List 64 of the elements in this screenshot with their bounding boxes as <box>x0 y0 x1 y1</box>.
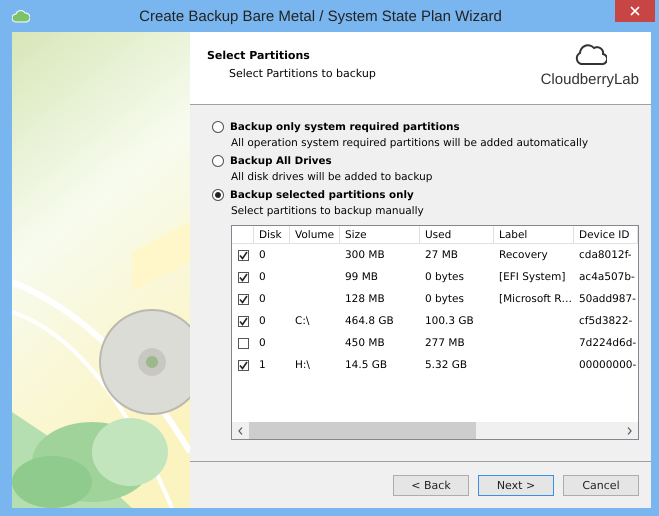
page-subtitle: Select Partitions to backup <box>228 67 377 80</box>
option-label[interactable]: Backup only system required partitions <box>230 121 460 133</box>
table-cell-text: 0 bytes <box>424 292 465 307</box>
table-cell-text: 0 <box>258 314 267 329</box>
table-cell-text: 450 MB <box>344 336 386 351</box>
column-header[interactable]: Used <box>420 226 494 244</box>
checkbox[interactable] <box>238 294 249 304</box>
table-cell-text: 27 MB <box>424 248 459 263</box>
column-header <box>232 226 254 244</box>
checkbox[interactable] <box>238 272 249 282</box>
table-cell-text: Recovery <box>498 248 549 263</box>
radio-button[interactable] <box>212 155 224 167</box>
radio-button[interactable] <box>212 189 224 201</box>
checkbox[interactable] <box>238 250 249 260</box>
table-cell-text: ac4a507b- <box>578 270 636 285</box>
table-cell-text: cda8012f- <box>578 248 633 263</box>
table-cell-text: 300 MB <box>344 248 386 263</box>
table-cell-text: 128 MB <box>344 292 386 307</box>
table-cell-text: 277 MB <box>424 336 466 351</box>
checkbox[interactable] <box>238 338 249 348</box>
wizard-button[interactable]: Cancel <box>563 474 639 496</box>
option-label[interactable]: Backup selected partitions only <box>230 189 414 201</box>
column-header[interactable]: Label <box>494 226 574 244</box>
window-title: Create Backup Bare Metal / System State Plan Wizard <box>138 8 503 24</box>
wizard-button[interactable]: Next > <box>478 474 554 496</box>
checkbox[interactable] <box>238 360 249 370</box>
option-label[interactable]: Backup All Drives <box>230 155 332 167</box>
cloud-icon <box>12 9 30 23</box>
table-cell-text: 1 <box>258 358 267 373</box>
column-header[interactable]: Disk <box>254 226 290 244</box>
option-description: All operation system required partitions will be added automatically <box>230 137 590 149</box>
table-cell-text: C:\ <box>294 314 310 329</box>
scrollbar-thumb[interactable] <box>249 422 476 439</box>
scroll-left-icon[interactable] <box>238 426 243 434</box>
table-cell-text: [EFI System] <box>498 270 566 285</box>
table-cell-text: 14.5 GB <box>344 358 388 373</box>
table-cell-text: 0 <box>258 270 267 285</box>
column-header[interactable]: Volume <box>290 226 340 244</box>
table-cell-text: 100.3 GB <box>424 314 475 329</box>
wizard-button[interactable]: < Back <box>393 474 469 496</box>
table-cell-text: H:\ <box>294 358 311 373</box>
table-cell-text: 00000000- <box>578 358 638 373</box>
column-header[interactable]: Size <box>340 226 420 244</box>
table-cell-text: cf5d3822- <box>578 314 634 329</box>
table-cell-text: 0 <box>258 336 267 351</box>
table-cell-text: 99 MB <box>344 270 379 285</box>
close-button[interactable] <box>615 0 655 22</box>
checkbox[interactable] <box>238 316 249 326</box>
option-description: Select partitions to backup manually <box>230 205 425 217</box>
table-cell-text: 0 <box>258 248 267 263</box>
table-cell-text: 0 bytes <box>424 270 465 285</box>
table-cell-text: 50add987- <box>578 292 637 307</box>
column-header[interactable]: Device ID <box>574 226 638 244</box>
page-title: Select Partitions <box>207 49 311 62</box>
table-cell-text: 464.8 GB <box>344 314 395 329</box>
close-icon <box>630 6 640 16</box>
radio-button[interactable] <box>212 121 224 133</box>
table-cell-text: [Microsoft R… <box>498 292 574 307</box>
table-cell-text: 0 <box>258 292 267 307</box>
table-cell-text: 5.32 GB <box>424 358 468 373</box>
option-description: All disk drives will be added to backup <box>230 171 434 183</box>
logo-text: CloudberryLab <box>540 71 639 88</box>
scroll-right-icon[interactable] <box>627 426 632 434</box>
table-cell-text: 7d224d6d- <box>578 336 638 351</box>
